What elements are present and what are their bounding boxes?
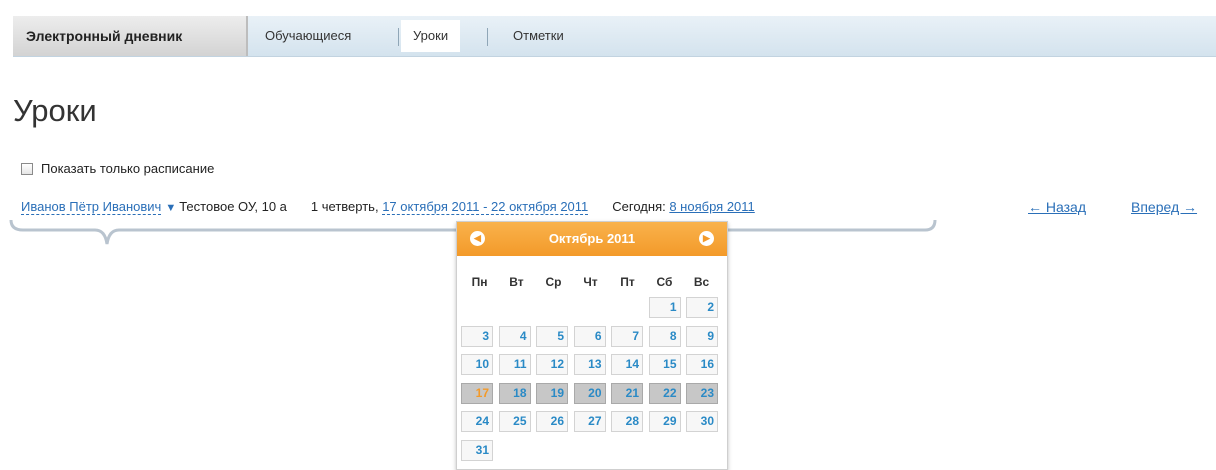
quarter-text: 1 четверть, <box>310 199 379 214</box>
context-row: Иванов Пётр Иванович ▼ Тестовое ОУ, 10 а 1 … <box>21 199 755 215</box>
student-selector[interactable]: Иванов Пётр Иванович <box>21 199 162 215</box>
today-link[interactable]: 8 ноября 2011 <box>669 199 754 214</box>
period-selector[interactable]: 17 октября 2011 - 22 октября 2011 <box>382 199 589 215</box>
calendar-day[interactable]: 30 <box>686 411 718 432</box>
calendar-day[interactable]: 6 <box>573 325 606 347</box>
calendar-popup: ◀ Октябрь 2011 ▶ Пн Вт Ср Чт Пт Сб Вс 12345678… <box>456 221 728 470</box>
schedule-only-filter[interactable]: Показать только расписание <box>21 161 214 176</box>
weekday-header: Пн Вт Ср Чт Пт Сб Вс <box>461 275 720 289</box>
tab-marks[interactable]: Отметки <box>513 16 564 56</box>
calendar-day[interactable]: 3 <box>461 325 493 347</box>
page-title: Уроки <box>13 93 97 128</box>
nav-divider <box>398 28 399 46</box>
calendar-day[interactable]: 23 <box>686 382 718 404</box>
calendar-day[interactable]: 24 <box>461 411 493 432</box>
calendar-day[interactable]: 15 <box>648 354 681 375</box>
weekday-label: Пн <box>471 275 488 289</box>
schedule-only-label: Показать только расписание <box>41 161 215 176</box>
prev-month-icon[interactable]: ◀ <box>470 231 485 246</box>
calendar-day[interactable]: 27 <box>573 411 606 432</box>
back-link[interactable]: ← Назад <box>1028 199 1086 215</box>
calendar-day[interactable]: 28 <box>611 411 643 432</box>
calendar-day[interactable]: 9 <box>686 325 718 347</box>
dropdown-arrow-icon[interactable]: ▼ <box>165 202 176 214</box>
calendar-day[interactable]: 25 <box>498 411 531 432</box>
calendar-day[interactable]: 5 <box>536 325 568 347</box>
calendar-day[interactable]: 17 <box>461 382 493 404</box>
calendar-day[interactable]: 16 <box>686 354 718 375</box>
weekday-label: Сб <box>656 275 673 289</box>
calendar-day[interactable]: 4 <box>498 325 531 347</box>
calendar-day[interactable]: 10 <box>461 354 493 375</box>
calendar-day[interactable]: 7 <box>611 325 643 347</box>
brand-title[interactable]: Электронный дневник <box>13 16 248 56</box>
weekday-label: Чт <box>583 275 598 289</box>
school-class-text: Тестовое ОУ, 10 а <box>179 199 287 214</box>
calendar-day[interactable]: 2 <box>686 297 718 318</box>
calendar-day[interactable]: 18 <box>498 382 531 404</box>
calendar-day[interactable]: 29 <box>648 411 681 432</box>
tab-lessons[interactable]: Уроки <box>401 20 461 52</box>
calendar-day[interactable]: 12 <box>536 354 568 375</box>
next-month-icon[interactable]: ▶ <box>699 231 714 246</box>
calendar-day[interactable]: 21 <box>611 382 643 404</box>
calendar-day[interactable]: 26 <box>536 411 568 432</box>
forward-link[interactable]: Вперед → <box>1131 199 1197 215</box>
nav-divider <box>487 28 488 46</box>
calendar-day[interactable]: 22 <box>648 382 681 404</box>
calendar-day[interactable]: 20 <box>573 382 606 404</box>
calendar-day[interactable]: 31 <box>461 439 493 461</box>
weekday-label: Вт <box>509 275 524 289</box>
top-nav-bar: Электронный дневник Обучающиеся Уроки От… <box>13 16 1216 57</box>
calendar-day[interactable]: 1 <box>648 297 681 318</box>
calendar-day[interactable]: 11 <box>498 354 531 375</box>
calendar-day[interactable]: 13 <box>573 354 606 375</box>
calendar-day[interactable]: 19 <box>536 382 568 404</box>
weekday-label: Вс <box>693 275 710 289</box>
today-label: Сегодня: <box>612 199 666 214</box>
tab-students[interactable]: Обучающиеся <box>265 16 351 56</box>
calendar-day[interactable]: 14 <box>611 354 643 375</box>
calendar-header: ◀ Октябрь 2011 ▶ <box>457 222 727 256</box>
schedule-only-checkbox[interactable] <box>21 162 33 175</box>
weekday-label: Пт <box>620 275 635 289</box>
calendar-month-label: Октябрь 2011 <box>548 231 636 246</box>
weekday-label: Ср <box>545 275 562 289</box>
calendar-day[interactable]: 8 <box>648 325 681 347</box>
